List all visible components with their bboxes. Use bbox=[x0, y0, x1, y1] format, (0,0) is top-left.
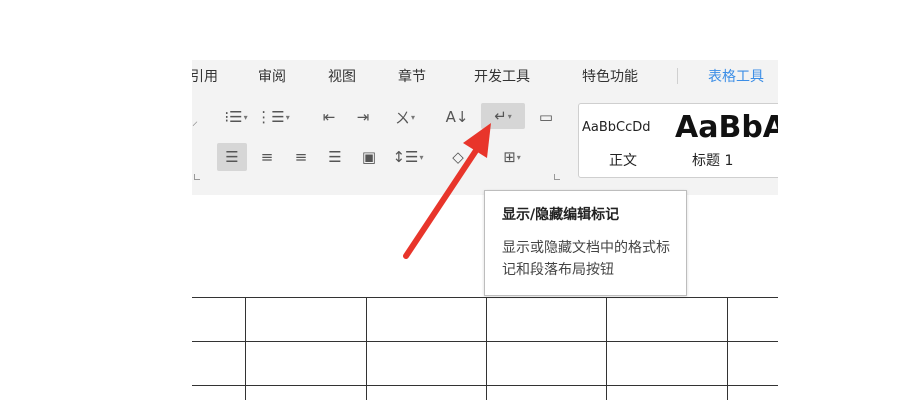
shading-icon: ◇ bbox=[452, 148, 464, 166]
sort-button[interactable]: A↓ bbox=[444, 106, 470, 128]
decrease-indent-button[interactable]: ⇤ bbox=[316, 106, 342, 128]
numbered-list-icon: ⋮☰ bbox=[256, 108, 285, 126]
show-hide-marks-button[interactable]: ↵ ▾ bbox=[481, 103, 525, 129]
table-grid-icon: ▭ bbox=[538, 108, 554, 126]
tooltip: 显示/隐藏编辑标记 显示或隐藏文档中的格式标记和段落布局按钮 bbox=[484, 190, 687, 296]
tooltip-title: 显示/隐藏编辑标记 bbox=[502, 207, 620, 223]
align-right-button[interactable]: ≡ bbox=[288, 146, 314, 168]
tab-developer-tools[interactable]: 开发工具 bbox=[474, 66, 530, 86]
chevron-down-icon: ▾ bbox=[411, 112, 416, 122]
chinese-layout-icon: ㄨ bbox=[394, 108, 410, 127]
table-column-border bbox=[486, 297, 487, 400]
chevron-down-icon: ▾ bbox=[507, 111, 512, 121]
paragraph-group-corner-mark bbox=[554, 174, 560, 180]
bullet-list-button[interactable]: ⁝☰ ▾ bbox=[219, 106, 253, 128]
numbered-list-button[interactable]: ⋮☰ ▾ bbox=[256, 106, 290, 128]
tab-table-tools[interactable]: 表格工具 bbox=[708, 66, 764, 86]
chevron-down-icon: ▾ bbox=[243, 112, 248, 122]
style-name-normal[interactable]: 正文 bbox=[609, 150, 637, 170]
style-name-heading-1[interactable]: 标题 1 bbox=[692, 150, 733, 170]
shading-button[interactable]: ◇ bbox=[446, 146, 470, 168]
document-table bbox=[192, 297, 778, 400]
table-column-border bbox=[727, 297, 728, 400]
line-spacing-icon: ↕☰ bbox=[392, 148, 419, 166]
group-corner-mark bbox=[194, 174, 200, 180]
show-hide-marks-icon: ↵ bbox=[494, 107, 507, 125]
ribbon-toolbar: ⸝ ⁝☰ ▾ ⋮☰ ▾ ⇤ ⇥ ㄨ ▾ A↓ ↵ ▾ ▭ ☰ ≡ ≡ ☰ ▣ ↕… bbox=[192, 90, 778, 195]
align-center-icon: ≡ bbox=[260, 148, 274, 166]
table-row-border bbox=[192, 385, 778, 386]
decrease-indent-icon: ⇤ bbox=[322, 108, 336, 126]
justify-icon: ☰ bbox=[328, 148, 342, 166]
tab-view[interactable]: 视图 bbox=[328, 66, 356, 86]
tab-review[interactable]: 审阅 bbox=[258, 66, 286, 86]
tab-divider bbox=[677, 68, 678, 84]
tab-references[interactable]: 引用 bbox=[192, 66, 218, 86]
chinese-layout-button[interactable]: ㄨ ▾ bbox=[386, 106, 424, 128]
table-row-border bbox=[192, 297, 778, 298]
table-row-border bbox=[192, 341, 778, 342]
sort-icon: A↓ bbox=[445, 108, 469, 126]
distribute-button[interactable]: ▣ bbox=[356, 146, 382, 168]
menu-bar: 引用 审阅 视图 章节 开发工具 特色功能 表格工具 bbox=[192, 60, 778, 90]
table-column-border bbox=[245, 297, 246, 400]
align-left-button[interactable]: ☰ bbox=[217, 143, 247, 171]
borders-button[interactable]: ⊞ ▾ bbox=[492, 146, 532, 168]
style-preview-normal[interactable]: AaBbCcDd bbox=[582, 120, 651, 135]
distribute-icon: ▣ bbox=[361, 148, 377, 166]
increase-indent-button[interactable]: ⇥ bbox=[350, 106, 376, 128]
chevron-down-icon: ▾ bbox=[419, 152, 424, 162]
tab-special-features[interactable]: 特色功能 bbox=[582, 66, 638, 86]
line-spacing-button[interactable]: ↕☰ ▾ bbox=[388, 146, 428, 168]
table-grid-button[interactable]: ▭ bbox=[532, 106, 560, 128]
ribbon-edge-mark: ⸝ bbox=[192, 114, 199, 128]
styles-gallery: AaBbCcDd AaBbA 正文 标题 1 bbox=[578, 103, 778, 178]
align-right-icon: ≡ bbox=[294, 148, 308, 166]
bullet-list-icon: ⁝☰ bbox=[224, 108, 243, 126]
borders-icon: ⊞ bbox=[503, 148, 516, 166]
tooltip-description: 显示或隐藏文档中的格式标记和段落布局按钮 bbox=[502, 240, 670, 278]
style-preview-heading-1[interactable]: AaBbA bbox=[675, 110, 778, 145]
align-center-button[interactable]: ≡ bbox=[254, 146, 280, 168]
align-left-icon: ☰ bbox=[225, 148, 239, 166]
justify-button[interactable]: ☰ bbox=[322, 146, 348, 168]
chevron-down-icon: ▾ bbox=[285, 112, 290, 122]
table-column-border bbox=[366, 297, 367, 400]
increase-indent-icon: ⇥ bbox=[356, 108, 370, 126]
chevron-down-icon: ▾ bbox=[516, 152, 521, 162]
table-column-border bbox=[606, 297, 607, 400]
tab-section[interactable]: 章节 bbox=[398, 66, 426, 86]
